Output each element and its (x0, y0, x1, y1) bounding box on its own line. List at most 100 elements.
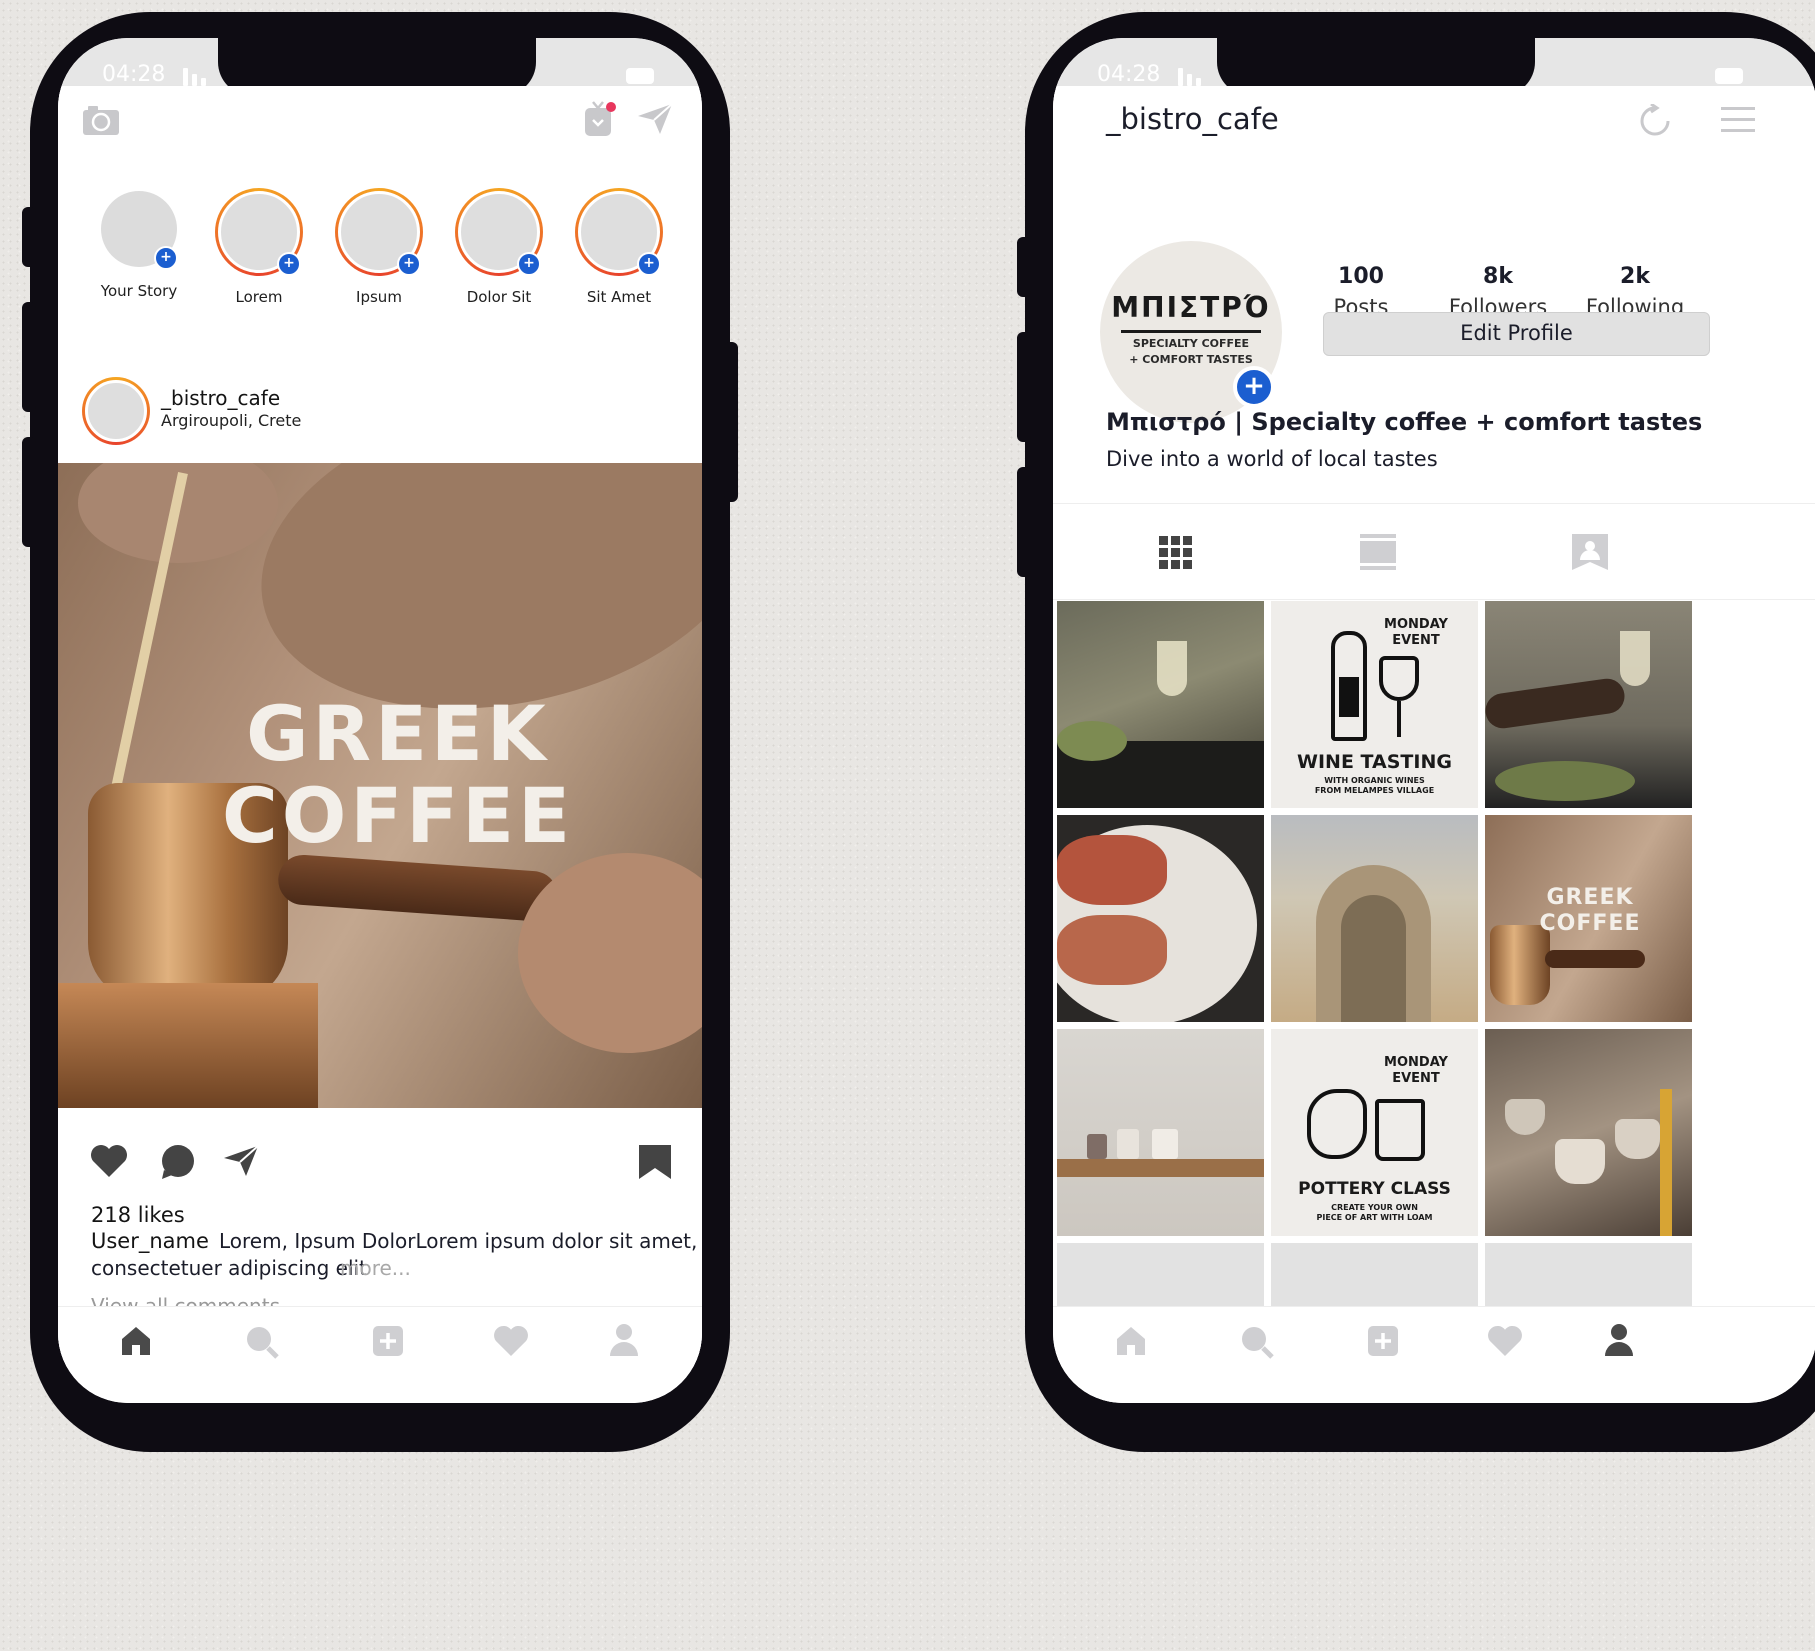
post-location[interactable]: Argiroupoli, Crete (161, 411, 301, 430)
grid-post-cups[interactable] (1485, 1029, 1692, 1236)
photo-handle (276, 853, 560, 923)
grid-post-wine-glass[interactable] (1057, 601, 1264, 808)
add-story-icon: + (397, 252, 421, 276)
posts-grid: MONDAY EVENT WINE TASTING WITH ORGANIC W… (1057, 601, 1815, 1403)
home-icon[interactable] (1115, 1325, 1147, 1357)
photo-bread (1057, 915, 1167, 985)
send-icon[interactable] (636, 102, 674, 136)
pottery-event-title: MONDAY EVENT (1384, 1055, 1448, 1086)
story-label: Sit Amet (586, 288, 652, 306)
post-image[interactable]: GREEK COFFEE (58, 463, 702, 1108)
wine-event-sub1: WITH ORGANIC WINES (1324, 776, 1425, 785)
refresh-icon[interactable] (1638, 104, 1672, 138)
jug-drawing (1375, 1099, 1425, 1161)
stat-posts[interactable]: 100 Posts (1301, 264, 1421, 319)
add-story-icon: + (154, 246, 178, 270)
comment-icon[interactable] (160, 1144, 196, 1180)
photo-salad (1057, 721, 1127, 761)
grid-coffee-line2: COFFEE (1539, 911, 1641, 936)
glass-stem (1397, 701, 1401, 737)
bottom-nav (1053, 1306, 1815, 1403)
profile-username[interactable]: _bistro_cafe (1106, 102, 1279, 136)
search-icon[interactable] (245, 1325, 279, 1359)
feed-icon[interactable] (1360, 534, 1396, 570)
feed-top-bar (58, 86, 702, 163)
post-header: _bistro_cafe Argiroupoli, Crete (58, 353, 702, 463)
photo-glass (1157, 641, 1187, 696)
signal-icon (1178, 68, 1206, 86)
post-username[interactable]: _bistro_cafe (161, 386, 280, 410)
story-label: Ipsum (356, 288, 402, 306)
heart-icon[interactable] (90, 1144, 128, 1178)
grid-icon[interactable] (1159, 536, 1193, 570)
add-story-icon[interactable]: + (1233, 366, 1275, 408)
photo-salad (1495, 761, 1635, 801)
left-phone-button (22, 207, 36, 267)
bottle-drawing (1331, 631, 1367, 741)
left-screen: 04:28 + Your Story + Lorem + Ipsum + Dol… (58, 38, 702, 1403)
grid-post-wine-event[interactable]: MONDAY EVENT WINE TASTING WITH ORGANIC W… (1271, 601, 1478, 808)
grid-post-pottery-event[interactable]: MONDAY EVENT POTTERY CLASS CREATE YOUR O… (1271, 1029, 1478, 1236)
story-item[interactable]: + Dolor Sit (439, 188, 559, 306)
grid-post-greek-coffee[interactable]: GREEK COFFEE (1485, 815, 1692, 1022)
story-avatar: + (575, 188, 663, 276)
igtv-icon[interactable] (583, 100, 617, 138)
add-story-icon: + (277, 252, 301, 276)
add-icon[interactable] (1367, 1325, 1399, 1357)
stat-followers[interactable]: 8k Followers (1438, 264, 1558, 319)
photo-arm (1485, 676, 1627, 731)
menu-icon[interactable] (1721, 106, 1755, 134)
wine-event-sub2: FROM MELAMPES VILLAGE (1314, 786, 1435, 795)
story-item[interactable]: + Sit Amet (559, 188, 679, 306)
heart-icon[interactable] (1487, 1325, 1523, 1357)
grid-post-fountain[interactable] (1271, 815, 1478, 1022)
post-avatar[interactable] (82, 377, 150, 445)
home-icon[interactable] (120, 1325, 152, 1357)
send-icon[interactable] (222, 1144, 260, 1178)
story-avatar: + (98, 188, 180, 270)
grid-post-shelf[interactable] (1057, 1029, 1264, 1236)
right-phone-frame: 04:28 _bistro_cafe ΜΠΙΣΤΡΌ SPECIALTY COF… (1017, 12, 1815, 1452)
edit-profile-button[interactable]: Edit Profile (1323, 312, 1710, 356)
tagged-icon[interactable] (1572, 534, 1608, 570)
status-time: 04:28 (1097, 62, 1161, 87)
add-story-icon: + (517, 252, 541, 276)
signal-icon (183, 68, 211, 86)
story-item[interactable]: + Ipsum (319, 188, 439, 306)
story-item[interactable]: + Lorem (199, 188, 319, 306)
profile-top-bar: _bistro_cafe (1053, 86, 1815, 163)
photo-cup (1555, 1139, 1605, 1184)
caption-more-link[interactable]: more... (340, 1256, 411, 1280)
logo-line1: SPECIALTY COFFEE (1132, 337, 1250, 350)
story-item[interactable]: + Your Story (79, 188, 199, 300)
right-phone-button (1017, 332, 1031, 442)
photo-handle (1545, 950, 1645, 968)
left-phone-button (724, 342, 738, 502)
photo-cup (1152, 1129, 1178, 1159)
glass-drawing (1379, 656, 1419, 701)
caption-username[interactable]: User_name (91, 1229, 209, 1253)
right-phone-button (1017, 467, 1031, 577)
heart-icon[interactable] (493, 1325, 529, 1357)
add-icon[interactable] (372, 1325, 404, 1357)
photo-arch-inner (1341, 895, 1406, 1022)
stat-following[interactable]: 2k Following (1575, 264, 1695, 319)
logo-divider (1121, 330, 1261, 333)
left-phone-button (22, 302, 36, 412)
story-label: Dolor Sit (466, 288, 532, 306)
search-icon[interactable] (1240, 1325, 1274, 1359)
profile-icon[interactable] (609, 1323, 639, 1357)
left-phone-frame: 04:28 + Your Story + Lorem + Ipsum + Dol… (22, 12, 738, 1452)
grid-post-wine-hand[interactable] (1485, 601, 1692, 808)
grid-coffee-line1: GREEK (1546, 885, 1634, 910)
stat-followers-count: 8k (1483, 264, 1513, 289)
photo-stand (58, 983, 318, 1108)
stories-bar: + Your Story + Lorem + Ipsum + Dolor Sit… (58, 163, 702, 354)
story-avatar: + (215, 188, 303, 276)
camera-icon[interactable] (82, 104, 120, 136)
profile-icon[interactable] (1604, 1323, 1634, 1357)
likes-count[interactable]: 218 likes (91, 1203, 185, 1227)
right-screen: 04:28 _bistro_cafe ΜΠΙΣΤΡΌ SPECIALTY COF… (1053, 38, 1815, 1403)
grid-post-bread[interactable] (1057, 815, 1264, 1022)
bookmark-icon[interactable] (638, 1144, 672, 1180)
